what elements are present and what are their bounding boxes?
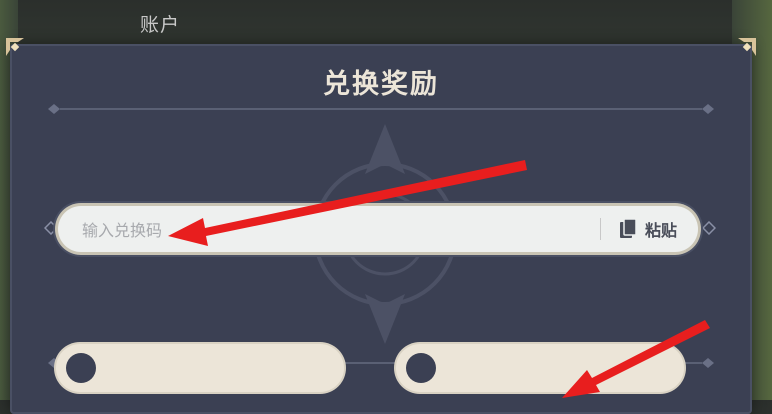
corner-ornament-icon [6,38,24,56]
paste-button-label: 粘贴 [644,221,677,240]
cancel-button[interactable] [56,344,344,392]
redeem-code-input[interactable] [80,206,604,254]
redeem-code-field: 粘贴 [58,206,698,254]
paste-button[interactable]: 粘贴 [608,206,688,252]
diamond-ornament-icon [44,221,58,235]
corner-ornament-icon [738,38,756,56]
input-separator [600,218,601,240]
account-tab-label[interactable]: 账户 [140,10,180,37]
clipboard-icon [619,218,637,238]
cancel-icon [66,353,96,383]
dialog-title: 兑换奖励 [323,69,439,100]
confirm-icon [406,353,436,383]
confirm-button[interactable] [396,344,684,392]
diamond-ornament-icon [702,221,716,235]
